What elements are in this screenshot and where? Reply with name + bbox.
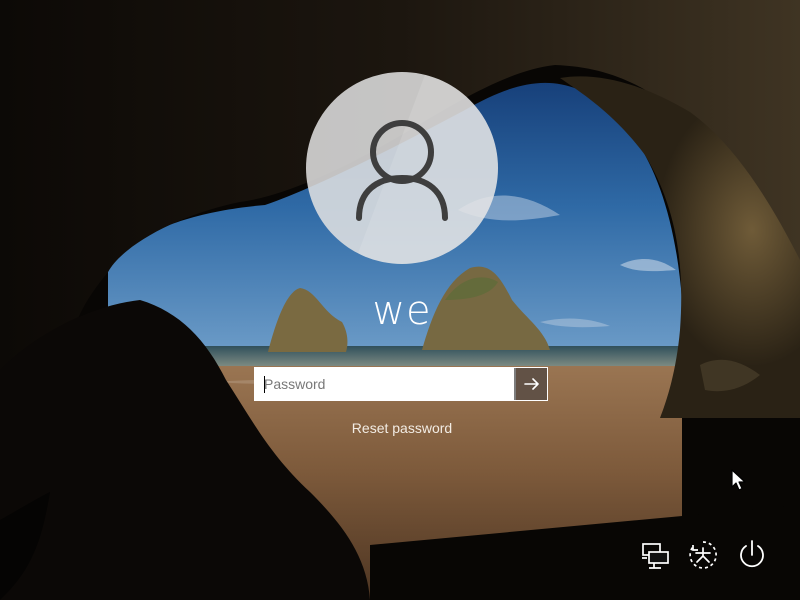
power-button[interactable] <box>735 538 769 572</box>
user-silhouette-icon <box>354 72 498 264</box>
username-label: we <box>372 288 432 334</box>
mouse-pointer-icon <box>731 469 746 491</box>
user-avatar <box>306 72 498 264</box>
power-icon <box>740 540 764 568</box>
password-input[interactable] <box>255 368 516 400</box>
submit-button[interactable] <box>516 368 547 400</box>
network-icon <box>642 543 669 569</box>
lock-screen: we Reset password <box>0 0 800 600</box>
ease-of-access-button[interactable] <box>686 538 720 572</box>
network-button[interactable] <box>639 538 673 572</box>
reset-password-link[interactable]: Reset password <box>330 418 474 438</box>
text-caret <box>264 376 265 393</box>
arrow-right-icon <box>523 378 539 390</box>
password-box <box>254 367 548 401</box>
ease-of-access-icon <box>689 541 717 569</box>
